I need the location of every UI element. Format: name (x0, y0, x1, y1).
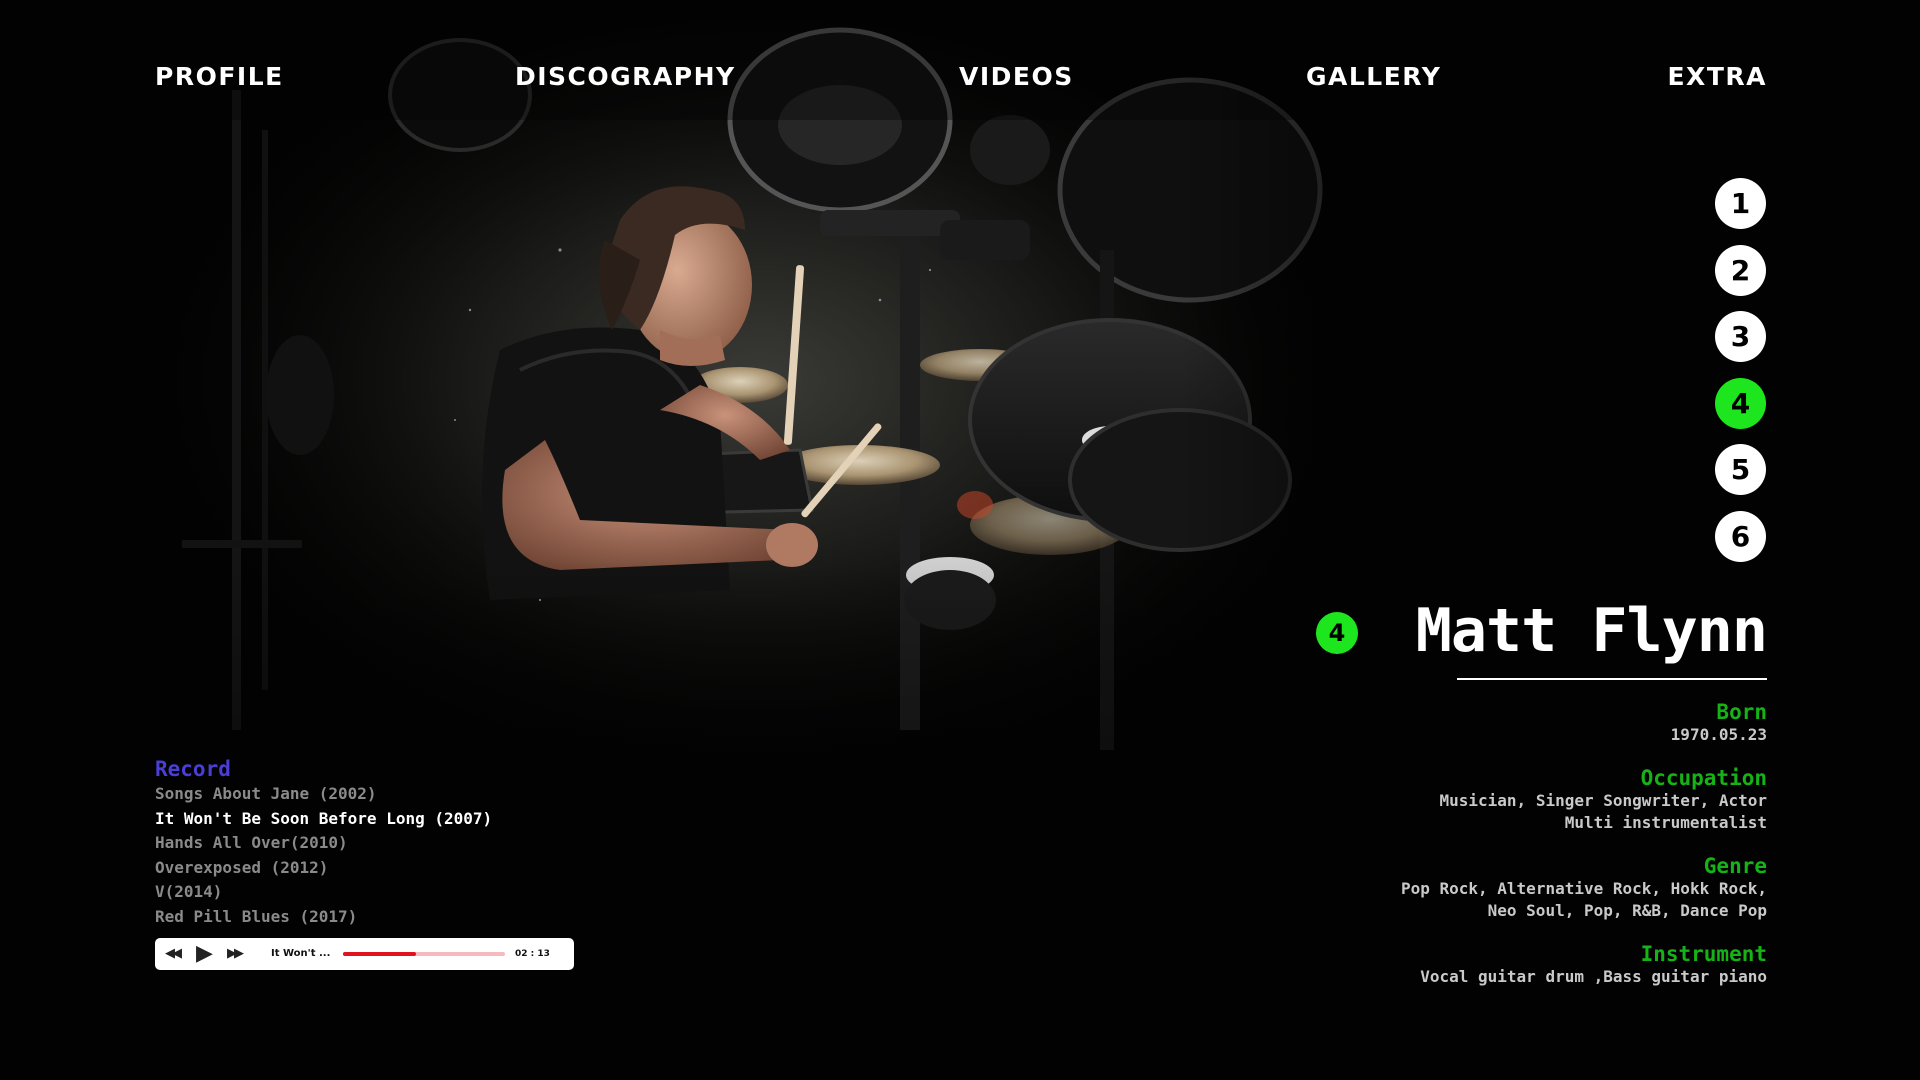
born-value: 1970.05.23 (1670, 725, 1767, 744)
member-button-5[interactable]: 5 (1715, 444, 1766, 495)
genre-line: Neo Soul, Pop, R&B, Dance Pop (1487, 901, 1767, 920)
member-button-2[interactable]: 2 (1715, 245, 1766, 296)
member-button-1[interactable]: 1 (1715, 178, 1766, 229)
playback-time: 02 : 13 (515, 949, 550, 959)
record-item[interactable]: Red Pill Blues (2017) (155, 905, 655, 930)
play-icon[interactable]: ▶ (196, 938, 213, 970)
genre-label: Genre (1703, 854, 1767, 878)
occupation-line: Musician, Singer Songwriter, Actor (1439, 791, 1767, 810)
genre-line: Pop Rock, Alternative Rock, Hokk Rock, (1400, 879, 1767, 898)
fast-forward-icon[interactable]: ▶▶ (227, 938, 244, 970)
genre-section: Genre Pop Rock, Alternative Rock, Hokk R… (1207, 854, 1767, 922)
record-item-active[interactable]: It Won't Be Soon Before Long (2007) (155, 807, 655, 832)
progress-bar[interactable] (343, 952, 505, 956)
record-item[interactable]: Overexposed (2012) (155, 856, 655, 881)
nav-discography[interactable]: DISCOGRAPHY (515, 62, 736, 91)
occupation-section: Occupation Musician, Singer Songwriter, … (1207, 766, 1767, 834)
member-button-4[interactable]: 4 (1715, 378, 1766, 429)
name-divider (1457, 678, 1767, 680)
record-list: Record Songs About Jane (2002) It Won't … (155, 756, 655, 929)
record-item[interactable]: Songs About Jane (2002) (155, 782, 655, 807)
record-list-title: Record (155, 757, 231, 781)
now-playing-title: It Won't ... (271, 948, 331, 959)
occupation-line: Multi instrumentalist (1564, 813, 1767, 832)
artist-name: Matt Flynn (1415, 596, 1768, 666)
nav-gallery[interactable]: GALLERY (1306, 62, 1441, 91)
member-button-6[interactable]: 6 (1715, 511, 1766, 562)
instrument-label: Instrument (1640, 942, 1767, 966)
record-item[interactable]: V(2014) (155, 880, 655, 905)
member-button-3[interactable]: 3 (1715, 311, 1766, 362)
nav-extra[interactable]: EXTRA (1667, 62, 1767, 91)
born-section: Born 1970.05.23 (1207, 700, 1767, 746)
nav-profile[interactable]: PROFILE (155, 62, 284, 91)
born-label: Born (1716, 700, 1767, 724)
rewind-icon[interactable]: ◀◀ (165, 938, 182, 970)
audio-player: ◀◀ ▶ ▶▶ It Won't ... 02 : 13 (155, 938, 574, 970)
main-nav: PROFILE DISCOGRAPHY VIDEOS GALLERY EXTRA (155, 62, 1767, 102)
instrument-value: Vocal guitar drum ,Bass guitar piano (1420, 967, 1767, 986)
artist-profile-page: PROFILE DISCOGRAPHY VIDEOS GALLERY EXTRA… (0, 0, 1920, 1080)
profile-info: Matt Flynn Born 1970.05.23 Occupation Mu… (1207, 596, 1768, 988)
nav-videos[interactable]: VIDEOS (959, 62, 1074, 91)
instrument-section: Instrument Vocal guitar drum ,Bass guita… (1207, 942, 1767, 988)
progress-fill (343, 952, 416, 956)
occupation-label: Occupation (1640, 766, 1767, 790)
record-item[interactable]: Hands All Over(2010) (155, 831, 655, 856)
